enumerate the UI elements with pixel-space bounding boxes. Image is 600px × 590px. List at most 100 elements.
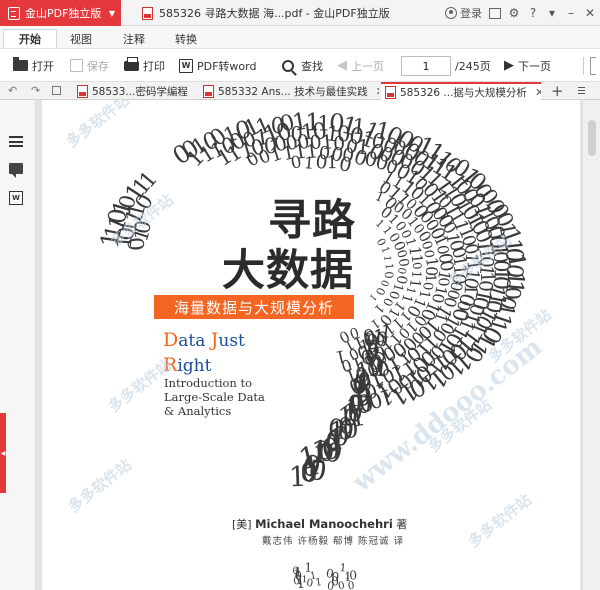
cover-subtitle-cn: 海量数据与大规模分析: [154, 295, 354, 319]
en-title-initial: D: [163, 329, 179, 351]
doc-tab-active[interactable]: 585326 ...据与大规模分析 ✕: [381, 82, 541, 100]
comments-button[interactable]: [9, 163, 27, 179]
svg-text:1: 1: [381, 255, 392, 261]
author-suffix: 著: [396, 518, 408, 531]
print-label: 打印: [143, 59, 165, 73]
open-label: 打开: [32, 59, 54, 73]
tab-annotate[interactable]: 注释: [113, 29, 155, 48]
open-button[interactable]: 打开: [13, 49, 54, 82]
doc-tab-label: 585326 ...据与大规模分析: [400, 86, 527, 99]
cover-author: [美] Michael Manoochehri 著: [232, 516, 407, 532]
svg-text:0: 0: [410, 261, 425, 270]
find-label: 查找: [301, 59, 323, 73]
cover-english-subtitle: Introduction to Large-Scale Data & Analy…: [164, 376, 265, 418]
vertical-scrollbar[interactable]: [582, 100, 600, 590]
app-logo-icon: [8, 6, 20, 20]
prev-page-button[interactable]: ◀ 上一页: [337, 49, 384, 82]
pdf-file-icon: [203, 84, 214, 98]
pdf-file-icon: [385, 85, 396, 99]
help-icon[interactable]: ?: [527, 6, 539, 20]
window-title: 585326 寻路大数据 海...pdf - 金山PDF独立版: [142, 0, 390, 26]
author-prefix: [美]: [232, 518, 252, 531]
pdf-page: 0111000111000000100101001110111111010010…: [42, 100, 580, 590]
svg-text:1: 1: [288, 460, 307, 494]
ribbon-tabs: 开始 视图 注释 转换: [0, 26, 600, 48]
title-bar: 金山PDF独立版 ▼ 585326 寻路大数据 海...pdf - 金山PDF独…: [0, 0, 600, 26]
close-tab-icon[interactable]: ✕: [376, 85, 379, 98]
toolbar-divider: [583, 57, 584, 75]
print-button[interactable]: 打印: [124, 49, 165, 82]
en-title-text: ust: [218, 331, 245, 351]
close-tab-icon[interactable]: ✕: [535, 86, 541, 99]
toolbar: 打开 保存 打印 W PDF转word 查找 ◀ 上一页 /245页 ▶ 下一页: [0, 48, 600, 82]
message-icon[interactable]: [489, 7, 501, 19]
window-title-text: 585326 寻路大数据 海...pdf - 金山PDF独立版: [159, 7, 390, 20]
convert-icon: W: [9, 191, 23, 205]
search-icon: [282, 59, 294, 72]
pdf-to-word-label: PDF转word: [197, 59, 257, 73]
arrow-right-icon: ▶: [504, 58, 514, 73]
scrollbar-thumb[interactable]: [588, 120, 596, 156]
tab-view[interactable]: 视图: [60, 29, 102, 48]
author-name: Michael Manoochehri: [255, 517, 393, 531]
page-number-input[interactable]: [401, 56, 451, 76]
chevron-down-icon: ▼: [108, 8, 115, 18]
svg-text:1: 1: [315, 577, 323, 589]
doc-tab[interactable]: 58533...密码学编程 ✕: [73, 82, 197, 100]
quick-save-icon[interactable]: [52, 82, 61, 99]
dropdown-icon[interactable]: ▾: [546, 6, 558, 20]
close-tab-icon[interactable]: ✕: [196, 85, 197, 98]
folder-icon: [13, 57, 28, 71]
next-page-button[interactable]: ▶ 下一页: [504, 49, 551, 82]
app-brand-label: 金山PDF独立版: [25, 7, 102, 20]
save-button[interactable]: 保存: [70, 49, 109, 82]
close-icon[interactable]: ✕: [584, 6, 596, 20]
en-subtitle-line: & Analytics: [164, 404, 232, 418]
en-subtitle-line: Introduction to: [164, 376, 253, 390]
undo-icon[interactable]: ↶: [8, 82, 17, 99]
overflow-tool-icon[interactable]: [590, 57, 596, 75]
tab-convert[interactable]: 转换: [165, 29, 207, 48]
en-title-text: ight: [177, 356, 212, 376]
window-controls: 登录 ⚙ ? ▾ – ✕: [445, 0, 596, 26]
app-menu-button[interactable]: 金山PDF独立版 ▼: [0, 0, 121, 26]
login-button[interactable]: 登录: [445, 5, 482, 21]
convert-button[interactable]: W: [9, 191, 27, 207]
redo-icon[interactable]: ↷: [31, 82, 40, 99]
new-tab-icon[interactable]: +: [551, 82, 564, 100]
gear-icon[interactable]: ⚙: [508, 6, 520, 20]
pdf-file-icon: [142, 6, 153, 20]
login-label: 登录: [460, 7, 482, 20]
cover-translators: 戴志伟 许杨毅 郗博 陈冠诚 译: [262, 536, 405, 547]
tab-start[interactable]: 开始: [3, 29, 57, 48]
svg-text:1: 1: [304, 561, 312, 575]
doc-tab[interactable]: 585332 Ans... 技术与最佳实践 ✕: [199, 82, 379, 100]
doc-tab-label: 585332 Ans... 技术与最佳实践: [218, 85, 368, 98]
printer-icon: [124, 56, 139, 71]
prev-page-label: 上一页: [351, 59, 384, 73]
cover-title-line2: 大数据: [222, 246, 354, 296]
doc-tab-label: 58533...密码学编程: [92, 85, 188, 98]
user-icon: [445, 7, 457, 19]
svg-text:1: 1: [294, 569, 300, 580]
minimize-icon[interactable]: –: [565, 6, 577, 20]
pdf-file-icon: [77, 84, 88, 98]
sidebar-toggle-handle[interactable]: ◀: [0, 413, 6, 493]
list-icon: [9, 136, 23, 147]
document-view[interactable]: 0111000111000000100101001110111111010010…: [36, 100, 582, 590]
arrow-left-icon: ◀: [337, 58, 347, 73]
pdf-to-word-icon: W: [179, 58, 193, 73]
save-icon: [70, 59, 83, 72]
save-label: 保存: [87, 59, 109, 73]
pdf-to-word-button[interactable]: W PDF转word: [179, 49, 256, 82]
outline-button[interactable]: [9, 136, 27, 152]
comment-icon: [9, 163, 23, 178]
document-tabs-bar: ↶ ↷ 58533...密码学编程 ✕ 585332 Ans... 技术与最佳实…: [0, 82, 600, 100]
en-title-text: ata: [178, 331, 211, 351]
find-button[interactable]: 查找: [282, 49, 323, 82]
tab-list-icon[interactable]: [578, 82, 585, 99]
svg-text:1: 1: [383, 263, 396, 271]
next-page-label: 下一页: [518, 59, 551, 73]
svg-text:1: 1: [339, 561, 347, 575]
en-subtitle-line: Large-Scale Data: [164, 390, 265, 404]
